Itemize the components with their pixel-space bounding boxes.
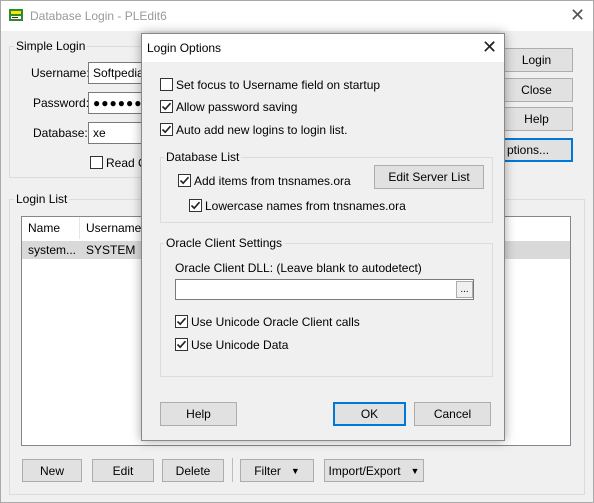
dialog-ok-button[interactable]: OK bbox=[333, 402, 406, 426]
chevron-down-icon: ▼ bbox=[410, 465, 420, 476]
add-items-label: Add items from tnsnames.ora bbox=[194, 174, 351, 188]
password-label: Password: bbox=[33, 96, 90, 110]
import-export-button-label: Import/Export bbox=[328, 463, 401, 478]
edit-button[interactable]: Edit bbox=[92, 459, 154, 482]
dialog-title: Login Options bbox=[147, 41, 222, 55]
oracle-client-group-label: Oracle Client Settings bbox=[164, 236, 285, 250]
focus-username-label: Set focus to Username field on startup bbox=[176, 78, 381, 92]
unicode-calls-label: Use Unicode Oracle Client calls bbox=[191, 315, 360, 329]
allow-password-label: Allow password saving bbox=[176, 100, 298, 114]
edit-server-list-button[interactable]: Edit Server List bbox=[374, 165, 484, 189]
password-input[interactable]: ●●●●●● bbox=[88, 92, 148, 114]
dialog-cancel-button[interactable]: Cancel bbox=[414, 402, 491, 426]
filter-button-label: Filter bbox=[254, 463, 281, 478]
checkmark-icon bbox=[190, 201, 201, 210]
window-close-button[interactable]: ✕ bbox=[570, 7, 585, 25]
username-label: Username: bbox=[31, 66, 90, 80]
database-list-group-label: Database List bbox=[164, 150, 242, 164]
chevron-down-icon: ▼ bbox=[290, 465, 300, 476]
auto-add-label: Auto add new logins to login list. bbox=[176, 123, 348, 137]
login-options-dialog: Login Options ✕ Set focus to Username fi… bbox=[141, 33, 505, 441]
oracle-dll-input[interactable] bbox=[175, 279, 474, 300]
delete-button[interactable]: Delete bbox=[162, 459, 224, 482]
checkmark-icon bbox=[176, 340, 187, 349]
login-button[interactable]: Login bbox=[500, 48, 573, 72]
database-input[interactable]: xe bbox=[88, 122, 148, 144]
unicode-data-label: Use Unicode Data bbox=[191, 338, 289, 352]
checkmark-icon bbox=[179, 176, 190, 185]
window-title: Database Login - PLEdit6 bbox=[30, 9, 167, 23]
read-only-checkbox[interactable] bbox=[90, 156, 103, 169]
unicode-data-checkbox[interactable] bbox=[175, 338, 188, 351]
filter-button[interactable]: Filter ▼ bbox=[240, 459, 314, 482]
unicode-calls-checkbox[interactable] bbox=[175, 315, 188, 328]
username-input[interactable]: Softpedia bbox=[88, 62, 148, 84]
oracle-dll-label: Oracle Client DLL: (Leave blank to autod… bbox=[175, 261, 422, 275]
database-label: Database: bbox=[33, 126, 88, 140]
checkmark-icon bbox=[176, 317, 187, 326]
help-button[interactable]: Help bbox=[500, 107, 573, 131]
lowercase-checkbox[interactable] bbox=[189, 199, 202, 212]
login-list-group-label: Login List bbox=[14, 192, 70, 206]
close-button[interactable]: Close bbox=[500, 78, 573, 102]
lowercase-label: Lowercase names from tnsnames.ora bbox=[205, 199, 406, 213]
allow-password-checkbox[interactable] bbox=[160, 100, 173, 113]
auto-add-checkbox[interactable] bbox=[160, 123, 173, 136]
browse-button[interactable]: ... bbox=[456, 281, 473, 298]
focus-username-checkbox[interactable] bbox=[160, 78, 173, 91]
add-items-checkbox[interactable] bbox=[178, 174, 191, 187]
checkmark-icon bbox=[161, 102, 172, 111]
options-button[interactable]: ptions... bbox=[500, 138, 573, 162]
new-button[interactable]: New bbox=[22, 459, 82, 482]
column-header-name[interactable]: Name bbox=[22, 217, 80, 239]
simple-login-group-label: Simple Login bbox=[14, 39, 88, 53]
import-export-button[interactable]: Import/Export ▼ bbox=[324, 459, 424, 482]
app-icon bbox=[8, 7, 24, 23]
dialog-help-button[interactable]: Help bbox=[160, 402, 237, 426]
row-name-cell: system... bbox=[28, 243, 77, 257]
checkmark-icon bbox=[161, 125, 172, 134]
toolbar-separator bbox=[232, 458, 233, 482]
dialog-close-button[interactable]: ✕ bbox=[482, 39, 497, 57]
